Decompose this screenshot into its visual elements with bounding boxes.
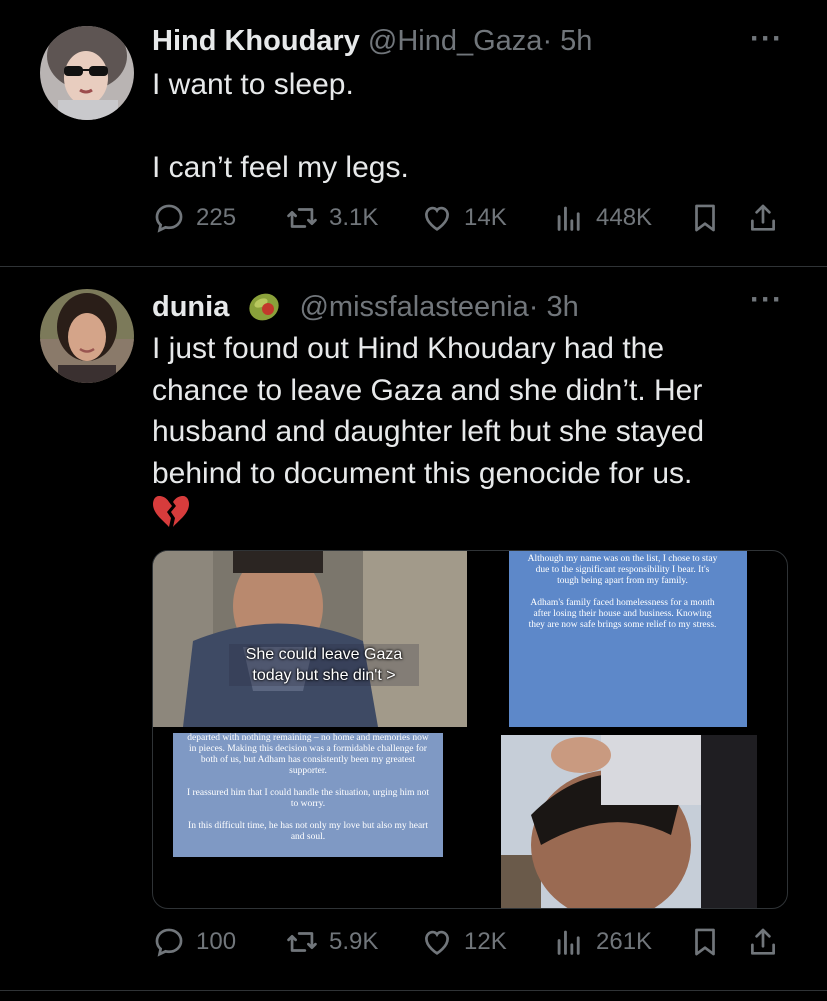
analytics-icon (557, 206, 580, 231)
more-options-icon[interactable]: ··· (750, 22, 783, 56)
broken-heart-icon (152, 494, 190, 535)
repost-icon (287, 208, 317, 228)
note-text-top: Although my name was on the list, I chos… (527, 554, 718, 630)
reply-count: 225 (196, 204, 237, 231)
tweet-text: I want to sleep. I can’t feel my legs. (152, 68, 409, 184)
divider (0, 990, 827, 991)
reply-icon (155, 204, 183, 233)
video-caption: She could leave Gaza today but she din't… (229, 644, 419, 686)
author-handle[interactable]: @missfalasteenia (299, 291, 528, 323)
tweet-header: dunia @missfalasteenia· 3h (152, 286, 579, 332)
more-options-icon[interactable]: ··· (750, 283, 783, 317)
reply-button[interactable]: 225 (152, 201, 236, 235)
author-handle[interactable]: @Hind_Gaza (368, 25, 543, 57)
tweet-1[interactable]: Hind Khoudary @Hind_Gaza· 5h ··· I want … (0, 0, 827, 265)
reply-icon (155, 928, 183, 957)
views-count: 448K (596, 204, 653, 231)
timestamp[interactable]: · 5h (542, 25, 592, 57)
media-photo[interactable] (501, 735, 757, 908)
olive-icon (245, 286, 283, 332)
timestamp[interactable]: · 3h (529, 291, 579, 323)
tweet-actions: 100 5.9K 12K 261K (152, 925, 782, 965)
views-button[interactable]: 261K (552, 925, 652, 959)
like-button[interactable]: 12K (420, 925, 507, 959)
share-button[interactable] (746, 925, 780, 959)
share-button[interactable] (746, 201, 780, 235)
repost-count: 5.9K (329, 928, 379, 955)
share-icon (751, 928, 775, 955)
media-note-image-bottom[interactable]: departed with nothing remaining – no hom… (173, 733, 443, 857)
repost-icon (287, 932, 317, 952)
like-count: 14K (464, 204, 507, 231)
reply-count: 100 (196, 928, 237, 955)
media-video-thumbnail[interactable]: She could leave Gaza today but she din't… (153, 551, 467, 727)
like-button[interactable]: 14K (420, 201, 507, 235)
bookmark-button[interactable] (688, 201, 722, 235)
heart-icon (425, 206, 449, 231)
author-name[interactable]: dunia (152, 291, 229, 323)
reply-button[interactable]: 100 (152, 925, 236, 959)
avatar[interactable] (40, 289, 134, 383)
avatar[interactable] (40, 26, 134, 120)
repost-count: 3.1K (329, 204, 379, 231)
bookmark-icon (695, 204, 715, 232)
media-grid[interactable]: She could leave Gaza today but she din't… (152, 550, 788, 909)
bookmark-icon (695, 928, 715, 956)
note-text-bottom: departed with nothing remaining – no hom… (186, 733, 430, 842)
tweet-text: I just found out Hind Khoudary had the c… (152, 332, 705, 490)
tweet-header: Hind Khoudary @Hind_Gaza· 5h (152, 25, 592, 58)
repost-button[interactable]: 3.1K (285, 201, 378, 235)
views-button[interactable]: 448K (552, 201, 652, 235)
like-count: 12K (464, 928, 507, 955)
tweet-actions: 225 3.1K 14K 448K (152, 201, 782, 241)
share-icon (751, 204, 775, 231)
repost-button[interactable]: 5.9K (285, 925, 378, 959)
views-count: 261K (596, 928, 653, 955)
analytics-icon (557, 930, 580, 955)
bookmark-button[interactable] (688, 925, 722, 959)
media-note-image-top[interactable]: Although my name was on the list, I chos… (509, 551, 747, 727)
author-name[interactable]: Hind Khoudary (152, 25, 360, 57)
heart-icon (425, 930, 449, 955)
